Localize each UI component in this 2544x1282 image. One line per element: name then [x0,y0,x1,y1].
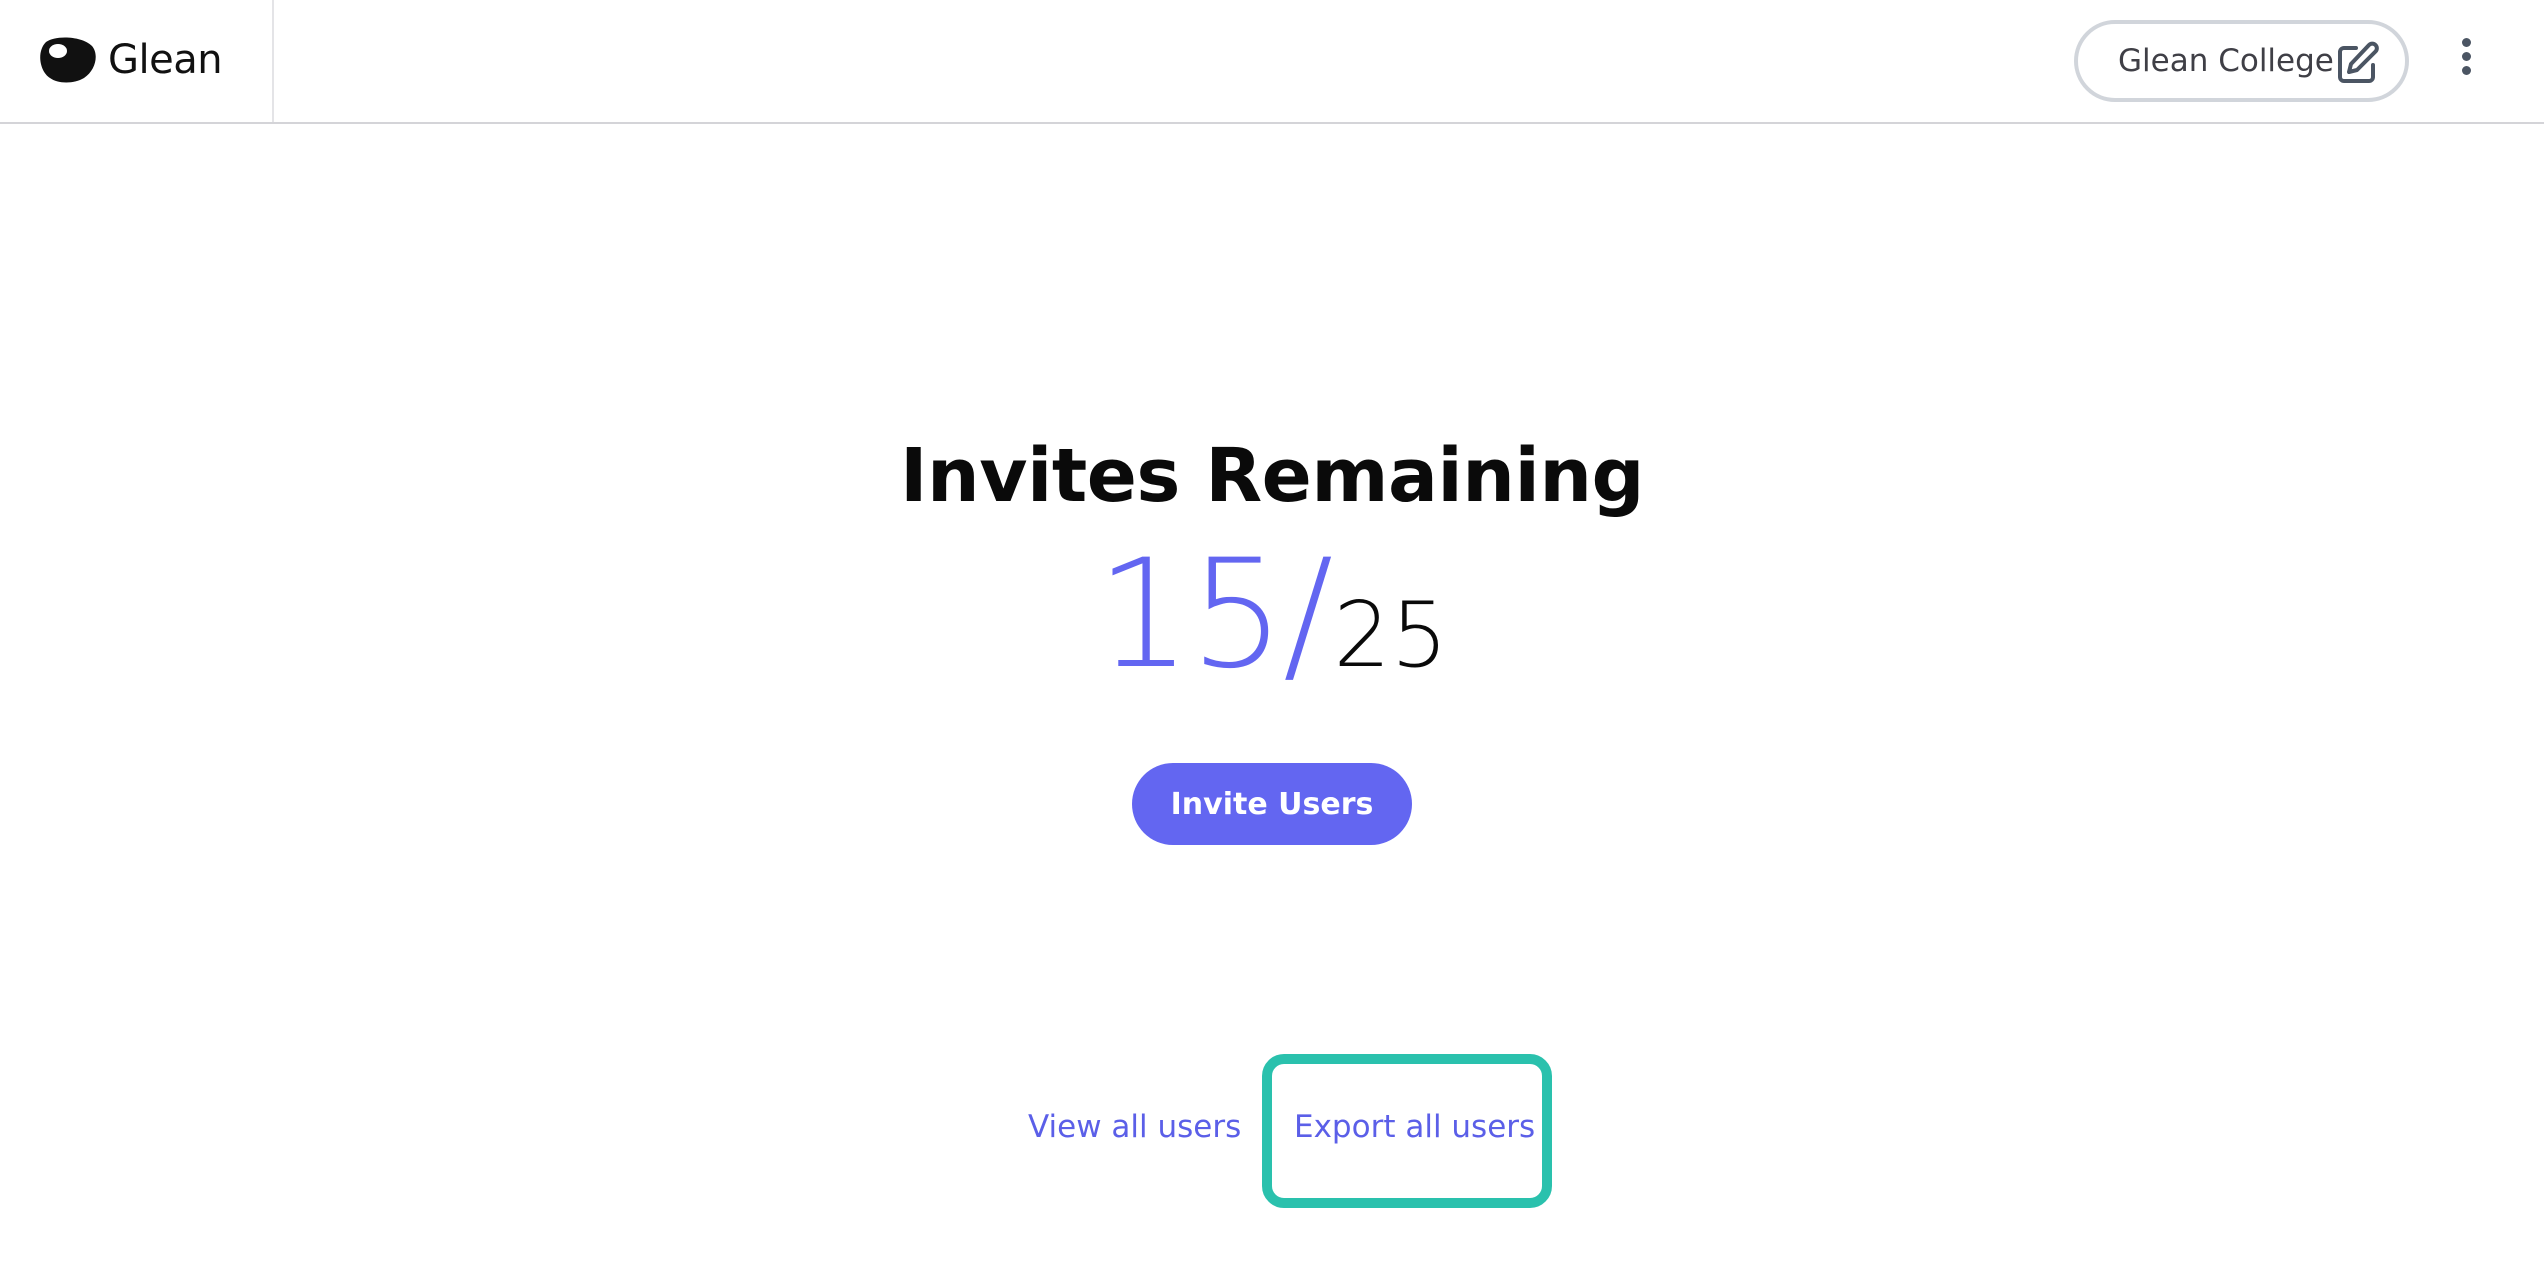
kebab-dot [2461,66,2471,75]
glean-logo-icon [40,37,96,83]
brand-name: Glean [108,37,223,83]
org-name-label: Glean College [2118,43,2334,79]
kebab-dot [2461,52,2471,61]
counter-slash: / [1282,528,1334,702]
invites-counter: 15/25 [0,540,2544,711]
more-vertical-icon[interactable] [2446,34,2486,88]
top-bar: Glean Glean College [0,0,2544,124]
invite-users-button[interactable]: Invite Users [1132,763,1412,845]
brand-area[interactable]: Glean [0,0,274,122]
page-title: Invites Remaining [900,433,1644,519]
kebab-dot [2461,38,2471,47]
org-name-button[interactable]: Glean College [2074,20,2409,102]
invites-total-value: 25 [1333,583,1448,688]
invites-remaining-value: 15 [1096,528,1285,702]
edit-icon [2338,41,2379,83]
export-all-users-link[interactable]: Export all users [1294,1107,1535,1147]
view-all-users-link[interactable]: View all users [1028,1107,1241,1147]
